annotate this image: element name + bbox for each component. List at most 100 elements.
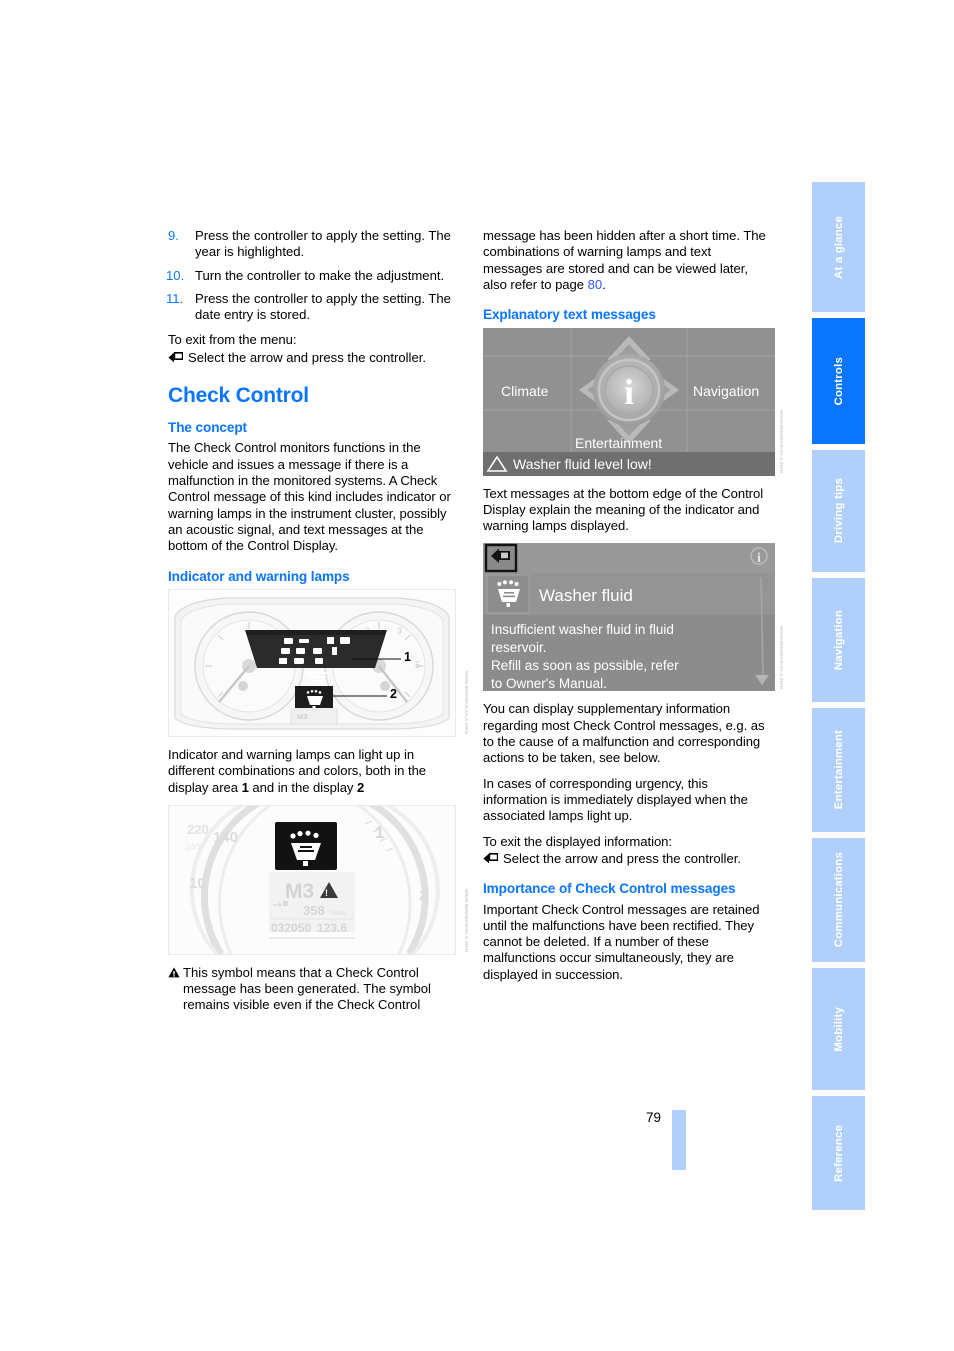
subheading-explanatory-text-messages: Explanatory text messages: [483, 307, 656, 323]
symbol-note-text: This symbol means that a Check Control m…: [183, 964, 431, 1013]
back-arrow-icon: [168, 351, 183, 362]
svg-text:Navigation: Navigation: [693, 383, 759, 399]
supplementary-paragraph: You can display supplementary informatio…: [483, 701, 765, 766]
tab-controls[interactable]: Controls: [812, 318, 865, 444]
continuation-period: .: [602, 276, 606, 292]
figure-code: WWW.BMWMANUALS.INFO: [779, 410, 784, 474]
tab-label: Communications: [832, 852, 845, 948]
svg-text:Refill as soon as possible, re: Refill as soon as possible, refer: [491, 658, 679, 673]
svg-text:123.6: 123.6: [317, 921, 347, 935]
page-number-bar: [672, 1110, 686, 1170]
symbol-note: This symbol means that a Check Control m…: [168, 965, 456, 1014]
exit-info-action: Select the arrow and press the controlle…: [483, 851, 771, 867]
lamps-caption-ref-2: 2: [357, 779, 365, 795]
page-title: Check Control: [168, 384, 309, 408]
tab-label: Navigation: [832, 609, 845, 671]
svg-text:140: 140: [213, 829, 238, 846]
page-reference-link[interactable]: 80: [588, 277, 603, 292]
continuation-text: message has been hidden after a short ti…: [483, 228, 766, 292]
left-column: 9. Press the controller to apply the set…: [166, 228, 469, 1023]
gear-indicator: M3: [285, 880, 314, 903]
list-item: 11. Press the controller to apply the se…: [166, 290, 456, 324]
step-text: Press the controller to apply the settin…: [195, 228, 451, 260]
exit-menu-action-label: Select the arrow and press the controlle…: [188, 349, 426, 365]
svg-text:032050: 032050: [271, 921, 311, 935]
subheading-importance-of-check-control-messages: Importance of Check Control messages: [483, 881, 736, 897]
svg-text:to Owner's Manual.: to Owner's Manual.: [491, 676, 607, 691]
cluster-drawing: 2 3 5: [169, 589, 455, 736]
svg-text:i: i: [624, 372, 634, 412]
figure-code: WWW.BMWMANUALS.INFO: [779, 625, 784, 690]
idrive-detail-drawing: i Washer fluid Insufficient washer fluid…: [483, 543, 775, 692]
warning-triangle-icon: [168, 967, 180, 978]
explanatory-paragraph: Text messages at the bottom edge of the …: [483, 485, 764, 534]
tab-reference[interactable]: Reference: [812, 1096, 865, 1210]
svg-text:reservoir.: reservoir.: [491, 640, 547, 655]
svg-text:!: !: [325, 888, 328, 898]
tab-label: At a glance: [832, 215, 845, 279]
tab-label: Reference: [832, 1124, 845, 1182]
manual-page: 9. Press the controller to apply the set…: [0, 0, 954, 1351]
exit-menu-intro: To exit from the menu:: [168, 332, 297, 348]
idrive-main-menu: i Climate Navigation Entertainment Washe…: [483, 327, 775, 476]
tab-mobility[interactable]: Mobility: [812, 968, 865, 1090]
instrument-cluster-figure: 2 3 5: [168, 588, 469, 737]
cluster-detail-figure: 220 140 240 10 1 2 M3 ! 358 miles 032050…: [168, 804, 469, 955]
svg-text:220: 220: [187, 822, 209, 837]
cluster-detail-drawing: 220 140 240 10 1 2 M3 ! 358 miles 032050…: [169, 805, 455, 954]
instrument-cluster-illustration: 2 3 5: [168, 588, 456, 737]
svg-text:358: 358: [303, 903, 325, 918]
exit-info-intro: To exit the displayed information:: [483, 833, 672, 849]
tab-communications[interactable]: Communications: [812, 838, 865, 962]
tab-label: Entertainment: [832, 730, 845, 810]
step-text: Press the controller to apply the settin…: [195, 290, 451, 323]
exit-menu-action: Select the arrow and press the controlle…: [168, 350, 456, 366]
tab-label: Driving tips: [832, 478, 845, 544]
svg-text:10: 10: [189, 875, 206, 892]
list-item: 9. Press the controller to apply the set…: [168, 228, 456, 261]
back-arrow-icon: [483, 852, 498, 864]
idrive-menu-drawing: i Climate Navigation Entertainment Washe…: [483, 327, 775, 476]
svg-text:miles: miles: [331, 910, 347, 917]
tab-driving-tips[interactable]: Driving tips: [812, 450, 865, 572]
svg-text:2: 2: [419, 887, 427, 904]
page-number: 79: [645, 1110, 661, 1125]
idrive-detail-figure: i Washer fluid Insufficient washer fluid…: [483, 543, 784, 692]
list-item: 10. Turn the controller to make the adju…: [166, 267, 456, 284]
step-number: 10.: [166, 267, 185, 283]
svg-text:Climate: Climate: [501, 383, 549, 399]
figure-code: WWW.BMWMANUALS.INFO: [464, 671, 469, 735]
subheading-indicator-warning-lamps: Indicator and warning lamps: [168, 568, 350, 584]
tab-navigation[interactable]: Navigation: [812, 578, 865, 702]
svg-text:240: 240: [185, 842, 200, 852]
section-tabs: At a glance Controls Driving tips Naviga…: [812, 182, 865, 1210]
svg-text:M3: M3: [297, 712, 307, 721]
numbered-steps: 9. Press the controller to apply the set…: [166, 228, 456, 324]
callout-2: 2: [390, 686, 397, 701]
step-text: Turn the controller to make the adjustme…: [195, 267, 445, 283]
subheading-the-concept: The concept: [168, 420, 247, 436]
step-number: 11.: [166, 290, 184, 306]
tab-at-a-glance[interactable]: At a glance: [812, 182, 865, 312]
svg-text:Washer fluid: Washer fluid: [539, 586, 633, 605]
idrive-menu-figure: i Climate Navigation Entertainment Washe…: [483, 327, 784, 476]
cluster-detail-illustration: 220 140 240 10 1 2 M3 ! 358 miles 032050…: [168, 804, 456, 955]
tab-entertainment[interactable]: Entertainment: [812, 708, 865, 832]
lamps-caption: Indicator and warning lamps can light up…: [168, 747, 456, 796]
tab-label: Controls: [832, 356, 845, 406]
exit-info-action-label: Select the arrow and press the controlle…: [503, 850, 741, 866]
lamps-caption-ref-1: 1: [241, 779, 249, 795]
concept-paragraph: The Check Control monitors functions in …: [168, 440, 451, 554]
continuation-paragraph: message has been hidden after a short ti…: [483, 228, 771, 293]
svg-text:Insufficient washer fluid in f: Insufficient washer fluid in fluid: [491, 622, 674, 637]
step-number: 9.: [168, 228, 179, 243]
importance-paragraph: Important Check Control messages are ret…: [483, 901, 760, 982]
svg-text:Washer fluid level low!: Washer fluid level low!: [513, 456, 652, 472]
svg-text:i: i: [757, 551, 761, 566]
idrive-washer-fluid-screen: i Washer fluid Insufficient washer fluid…: [483, 543, 775, 692]
urgency-paragraph: In cases of corresponding urgency, this …: [483, 775, 748, 824]
svg-text:5: 5: [415, 660, 420, 670]
svg-text:3: 3: [397, 626, 402, 636]
right-column: message has been hidden after a short ti…: [483, 228, 784, 992]
lamps-caption-part-b: and in the display: [248, 779, 358, 795]
